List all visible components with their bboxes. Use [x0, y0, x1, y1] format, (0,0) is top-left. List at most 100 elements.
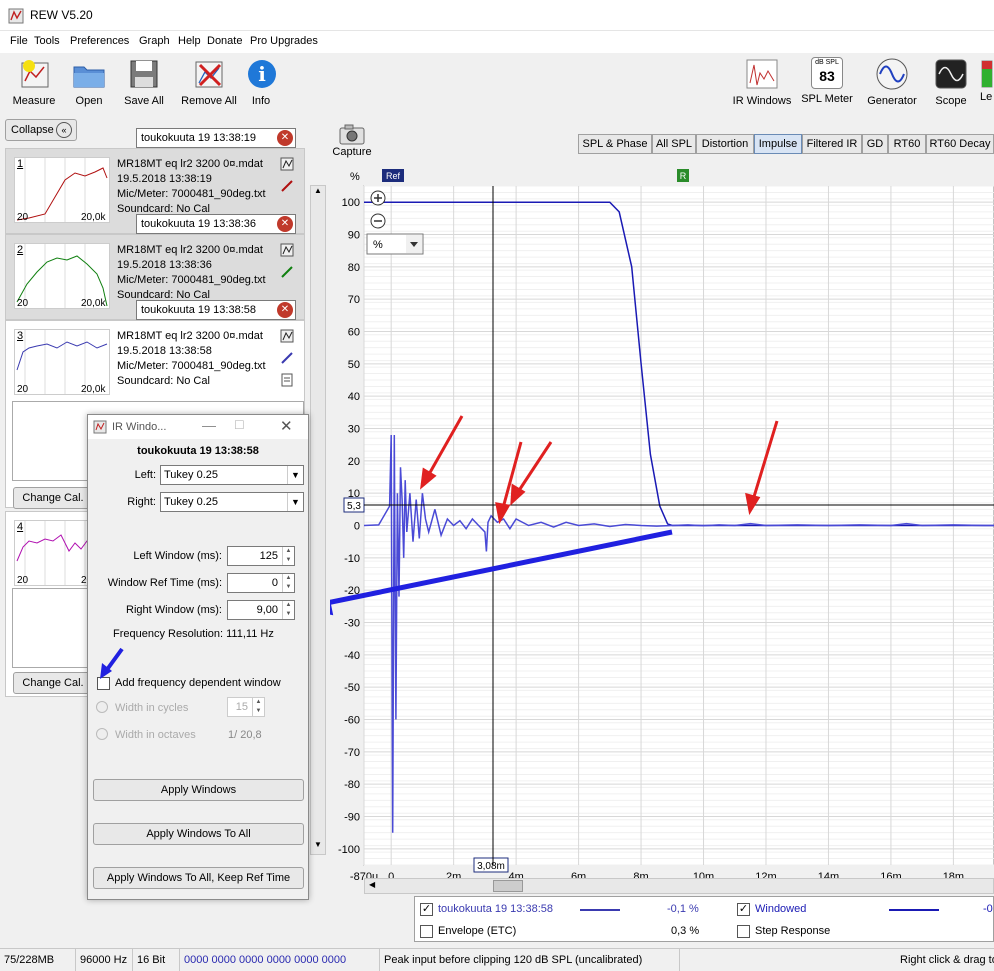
eq-icon[interactable] — [280, 329, 294, 343]
tab-spl-phase[interactable]: SPL & Phase — [578, 134, 652, 154]
scope-button[interactable]: Scope — [930, 57, 972, 107]
scroll-down-icon[interactable]: ▼ — [311, 840, 325, 854]
maximize-icon[interactable]: ☐ — [234, 418, 245, 432]
ref-time-input[interactable]: 0 ▲ ▼ — [227, 573, 295, 593]
notes-icon[interactable] — [280, 373, 294, 387]
tab-impulse[interactable]: Impulse — [754, 134, 802, 154]
measurement-name-field-3[interactable]: toukokuuta 19 13:38:58 — [136, 300, 296, 320]
capture-button[interactable]: Capture — [332, 122, 372, 158]
folder-icon — [71, 57, 107, 91]
menu-file[interactable]: File — [10, 35, 28, 47]
spl-meter-button[interactable]: dB SPL 83 SPL Meter — [800, 57, 854, 105]
menu-pro-upgrades[interactable]: Pro Upgrades — [250, 35, 318, 47]
left-window-input[interactable]: 125 ▲ ▼ — [227, 546, 295, 566]
open-button[interactable]: Open — [68, 57, 110, 107]
tab-distortion[interactable]: Distortion — [696, 134, 754, 154]
apply-windows-to-all-keep-ref-button[interactable]: Apply Windows To All, Keep Ref Time — [93, 867, 304, 889]
legend-checkbox-measurement[interactable]: ✓ — [420, 903, 433, 916]
cursor-y-readout: 5,3 — [343, 497, 365, 513]
tab-rt60-decay[interactable]: RT60 Decay — [926, 134, 994, 154]
impulse-graph[interactable]: 1009080706050403020100-10-20-30-40-50-60… — [330, 160, 994, 896]
spinner-icon[interactable]: ▲ ▼ — [252, 698, 264, 716]
delete-measurement-icon[interactable]: ✕ — [277, 130, 293, 146]
minimize-icon[interactable]: — — [202, 417, 216, 433]
zoom-out-icon[interactable] — [370, 213, 386, 229]
panel-scrollbar[interactable]: ▲ ▼ — [310, 185, 326, 855]
double-chevron-left-icon: « — [56, 122, 72, 138]
spinner-icon[interactable]: ▲ ▼ — [282, 547, 294, 565]
width-octaves-radio[interactable] — [96, 728, 108, 740]
legend-checkbox-windowed[interactable]: ✓ — [737, 903, 750, 916]
graph-scrollbar[interactable]: ◀ — [364, 878, 994, 894]
tab-gd[interactable]: GD — [862, 134, 888, 154]
scale-select[interactable]: % — [366, 233, 424, 255]
y-tick-label: 0 — [354, 521, 360, 533]
menu-preferences[interactable]: Preferences — [70, 35, 129, 47]
y-tick-label: 100 — [342, 197, 360, 209]
left-window-type-select[interactable]: Tukey 0.25 ▼ — [160, 465, 304, 485]
rew-app-icon — [93, 420, 107, 434]
eq-icon[interactable] — [280, 157, 294, 171]
blue-annotation-arrow — [100, 647, 124, 679]
close-icon[interactable]: ✕ — [280, 417, 293, 435]
y-tick-label: 50 — [348, 359, 360, 371]
graph-scroll-thumb[interactable] — [493, 880, 523, 892]
apply-windows-to-all-button[interactable]: Apply Windows To All — [93, 823, 304, 845]
eq-icon[interactable] — [280, 243, 294, 257]
left-window-label: Left Window (ms): — [133, 550, 222, 562]
delete-measurement-icon[interactable]: ✕ — [277, 216, 293, 232]
tab-all-spl[interactable]: All SPL — [652, 134, 696, 154]
ref-marker[interactable]: Ref — [382, 169, 404, 182]
scroll-up-icon[interactable]: ▲ — [311, 186, 325, 200]
measurement-soundcard: Soundcard: No Cal — [117, 375, 210, 387]
menu-donate[interactable]: Donate — [207, 35, 242, 47]
collapse-button[interactable]: Collapse « — [5, 119, 77, 141]
measurement-file: MR18MT eq lr2 3200 0¤.mdat — [117, 330, 263, 342]
width-cycles-label: Width in cycles — [115, 702, 189, 714]
spinner-icon[interactable]: ▲ ▼ — [282, 574, 294, 592]
trace-color-icon[interactable] — [280, 265, 294, 279]
tab-filtered-ir[interactable]: Filtered IR — [802, 134, 862, 154]
menu-help[interactable]: Help — [178, 35, 201, 47]
change-cal-button[interactable]: Change Cal. — [13, 487, 93, 509]
levels-button[interactable]: Le — [980, 57, 994, 103]
menu-tools[interactable]: Tools — [34, 35, 60, 47]
legend-checkbox-step-response[interactable] — [737, 925, 750, 938]
apply-windows-button[interactable]: Apply Windows — [93, 779, 304, 801]
r-marker[interactable]: R — [677, 169, 689, 182]
ir-windows-dialog: IR Windo... — ☐ ✕ toukokuuta 19 13:38:58… — [87, 414, 309, 900]
right-window-type-select[interactable]: Tukey 0.25 ▼ — [160, 492, 304, 512]
change-cal-button[interactable]: Change Cal. — [13, 672, 93, 694]
y-tick-label: -70 — [344, 747, 360, 759]
trace-color-icon[interactable] — [280, 179, 294, 193]
scroll-left-icon[interactable]: ◀ — [369, 880, 375, 889]
measurement-name-field-1[interactable]: toukokuuta 19 13:38:19 — [136, 128, 296, 148]
zoom-in-icon[interactable] — [370, 190, 386, 206]
chevron-down-icon: ▼ — [287, 493, 303, 511]
menu-graph[interactable]: Graph — [139, 35, 170, 47]
measurement-thumbnail: 3 20 20,0k — [14, 329, 110, 395]
svg-text:i: i — [258, 62, 266, 86]
measure-button[interactable]: Measure — [8, 57, 60, 107]
measurement-name-field-2[interactable]: toukokuuta 19 13:38:36 — [136, 214, 296, 234]
width-cycles-input[interactable]: 15 ▲ ▼ — [227, 697, 265, 717]
generator-button[interactable]: Generator — [864, 57, 920, 107]
remove-all-button[interactable]: Remove All — [178, 57, 240, 107]
delete-measurement-icon[interactable]: ✕ — [277, 302, 293, 318]
measurement-date: 19.5.2018 13:38:36 — [117, 259, 212, 271]
legend-checkbox-envelope[interactable] — [420, 925, 433, 938]
left-type-label: Left: — [134, 469, 156, 481]
chevron-down-icon: ▼ — [287, 466, 303, 484]
right-window-input[interactable]: 9,00 ▲ ▼ — [227, 600, 295, 620]
y-tick-label: 20 — [348, 456, 360, 468]
tab-rt60[interactable]: RT60 — [888, 134, 926, 154]
width-cycles-radio[interactable] — [96, 701, 108, 713]
levels-icon — [980, 57, 994, 91]
save-all-button[interactable]: Save All — [120, 57, 168, 107]
spinner-icon[interactable]: ▲ ▼ — [282, 601, 294, 619]
dialog-measurement-name: toukokuuta 19 13:38:58 — [137, 445, 259, 457]
ir-windows-button[interactable]: IR Windows — [730, 57, 794, 107]
window-title: REW V5.20 — [30, 8, 93, 22]
info-button[interactable]: i Info — [244, 57, 278, 107]
trace-color-icon[interactable] — [280, 351, 294, 365]
